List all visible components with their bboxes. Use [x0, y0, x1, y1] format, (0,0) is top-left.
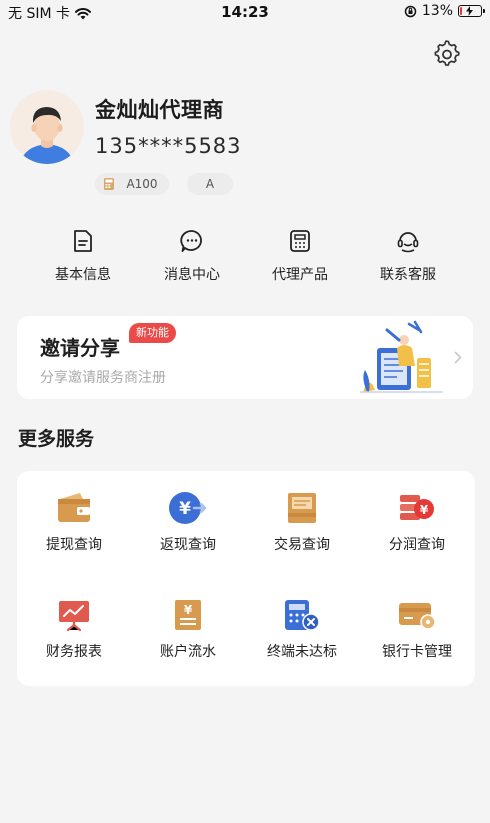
service-terminal-unqualified[interactable]: 终端未达标	[245, 598, 359, 661]
invite-title: 邀请分享	[40, 336, 120, 360]
chat-bubble-icon	[180, 230, 202, 252]
bill-icon: ¥	[175, 600, 201, 630]
new-feature-badge: 新功能	[129, 323, 176, 343]
battery-icon	[458, 5, 485, 17]
pos-terminal-icon	[290, 230, 310, 252]
settings-button[interactable]	[432, 40, 462, 70]
coins-stack-icon: ¥	[400, 495, 434, 520]
headset-icon	[397, 232, 419, 253]
wallet-icon	[58, 493, 90, 522]
calculator-icon	[285, 600, 320, 631]
quick-action-agent-products[interactable]: 代理产品	[245, 228, 355, 284]
service-withdrawal-query[interactable]: 提现查询	[17, 491, 131, 554]
svg-text:¥: ¥	[420, 503, 429, 517]
service-bank-card-management[interactable]: 银行卡管理	[360, 598, 474, 661]
invite-subtitle: 分享邀请服务商注册	[40, 370, 166, 386]
calculator-small-icon	[104, 178, 114, 190]
report-board-icon	[59, 601, 89, 632]
user-avatar-icon	[20, 107, 74, 164]
grade-tag: A	[187, 173, 233, 195]
yuan-coin-icon: ¥	[169, 492, 207, 524]
avatar[interactable]	[10, 90, 84, 164]
rotation-lock-icon	[404, 5, 417, 17]
battery-percent: 13%	[421, 3, 453, 19]
more-services-card: 提现查询 ¥ 返现查询 交易查询 ¥ 分润查询 财务报表 ¥ 账户流水 终端未达…	[17, 471, 475, 686]
service-cashback-query[interactable]: ¥ 返现查询	[131, 491, 245, 554]
svg-text:¥: ¥	[184, 603, 193, 617]
service-transaction-query[interactable]: 交易查询	[245, 491, 359, 554]
more-services-title: 更多服务	[18, 428, 95, 450]
quick-action-basic-info[interactable]: 基本信息	[28, 228, 138, 284]
service-financial-report[interactable]: 财务报表	[17, 598, 131, 661]
ledger-icon	[288, 493, 316, 523]
invite-illustration	[360, 320, 443, 393]
svg-text:¥: ¥	[179, 499, 191, 519]
status-bar: 无 SIM 卡 14:23 13%	[0, 0, 490, 24]
level-tag: A100	[95, 173, 169, 195]
quick-action-message-center[interactable]: 消息中心	[137, 228, 247, 284]
document-icon	[74, 230, 92, 252]
bank-card-icon	[399, 603, 436, 630]
user-name: 金灿灿代理商	[95, 98, 224, 122]
service-profit-share-query[interactable]: ¥ 分润查询	[360, 491, 474, 554]
gear-icon	[434, 40, 460, 66]
invite-share-card[interactable]: 邀请分享 新功能 分享邀请服务商注册	[17, 316, 473, 399]
quick-action-customer-service[interactable]: 联系客服	[353, 228, 463, 284]
service-account-statement[interactable]: ¥ 账户流水	[131, 598, 245, 661]
chevron-right-icon	[454, 351, 462, 364]
user-phone: 135****5583	[95, 134, 242, 158]
